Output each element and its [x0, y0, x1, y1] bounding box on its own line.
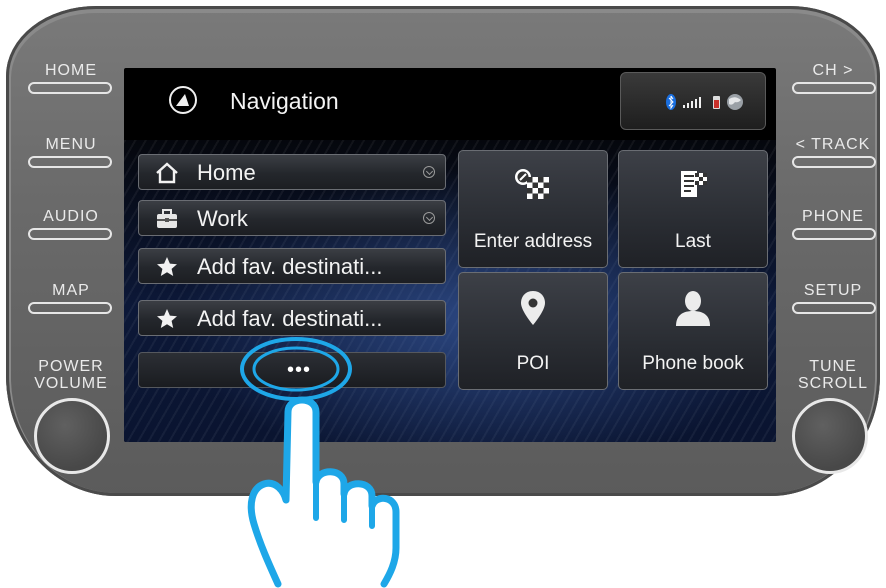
enter-address-tile[interactable]: Enter address — [458, 150, 608, 268]
phone-hw-button[interactable] — [792, 228, 876, 240]
power-text: POWER — [38, 358, 104, 375]
audio-hw-button[interactable] — [28, 228, 112, 240]
setup-hw-label: SETUP — [803, 282, 863, 299]
enter-address-label: Enter address — [473, 231, 593, 252]
recent-destinations-icon — [681, 171, 707, 197]
map-hw-button[interactable] — [28, 302, 112, 314]
favorite-home-label: Home — [197, 160, 256, 185]
menu-hw-label: MENU — [45, 136, 97, 153]
compass-icon — [169, 86, 197, 114]
address-icon — [515, 169, 549, 199]
add-favorite-label: Add fav. destinati... — [197, 254, 383, 279]
tune-text: TUNE — [809, 358, 857, 375]
home-hw-label: HOME — [45, 62, 97, 79]
status-icons — [666, 94, 743, 110]
poi-tile[interactable]: POI — [458, 272, 608, 390]
home-hw-button[interactable] — [28, 82, 112, 94]
add-favorite-label: Add fav. destinati... — [197, 306, 383, 331]
favorite-work[interactable]: Work — [138, 200, 446, 236]
scroll-text: SCROLL — [797, 375, 869, 392]
chevron-down-icon[interactable] — [423, 166, 435, 178]
phone-book-tile[interactable]: Phone book — [618, 272, 768, 390]
page-title: Navigation — [230, 88, 339, 114]
power-volume-label: POWER VOLUME — [16, 358, 126, 392]
contact-icon — [676, 291, 710, 326]
phone-book-label: Phone book — [642, 353, 744, 374]
last-destinations-tile[interactable]: Last — [618, 150, 768, 268]
globe-icon — [727, 94, 743, 110]
last-label: Last — [675, 231, 711, 252]
phone-hw-label: PHONE — [802, 208, 864, 225]
audio-hw-label: AUDIO — [43, 208, 99, 225]
chevron-down-icon[interactable] — [423, 212, 435, 224]
status-area — [620, 72, 766, 130]
tune-scroll-label: TUNE SCROLL — [778, 358, 886, 392]
briefcase-icon — [157, 209, 177, 228]
bluetooth-icon — [666, 94, 676, 110]
menu-hw-button[interactable] — [28, 156, 112, 168]
star-icon — [157, 257, 177, 276]
track-prev-hw-button[interactable] — [792, 156, 876, 168]
touch-screen: Navigation Home Work Add fav. destinati.… — [124, 68, 776, 442]
add-favorite-destination-2[interactable]: Add fav. destinati... — [138, 300, 446, 336]
setup-hw-button[interactable] — [792, 302, 876, 314]
star-icon — [157, 309, 177, 328]
favorite-work-label: Work — [197, 206, 248, 231]
poi-label: POI — [516, 353, 550, 374]
house-icon — [156, 162, 178, 184]
favorite-home[interactable]: Home — [138, 154, 446, 190]
tune-scroll-knob[interactable] — [792, 398, 868, 474]
ch-next-hw-button[interactable] — [792, 82, 876, 94]
map-pin-icon — [521, 291, 545, 325]
volume-text: VOLUME — [34, 375, 108, 392]
tapping-hand-icon — [247, 396, 400, 588]
add-favorite-destination-1[interactable]: Add fav. destinati... — [138, 248, 446, 284]
signal-bars-icon — [683, 97, 701, 108]
map-hw-label: MAP — [52, 282, 90, 299]
battery-icon — [713, 96, 720, 109]
power-volume-knob[interactable] — [34, 398, 110, 474]
track-hw-label: < TRACK — [795, 136, 871, 153]
ch-hw-label: CH > — [812, 62, 854, 79]
